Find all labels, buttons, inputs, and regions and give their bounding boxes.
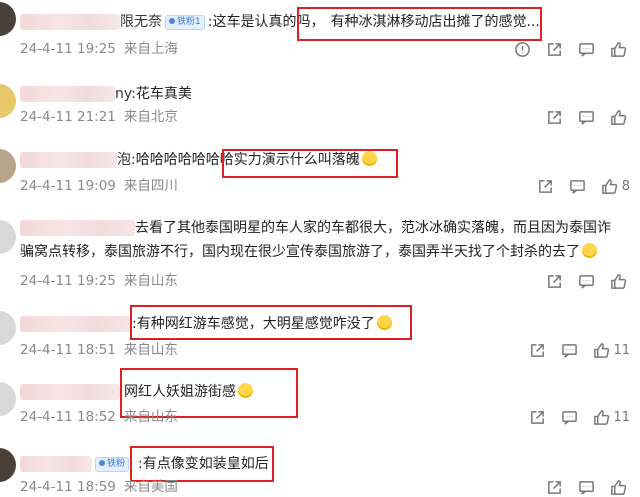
comment-item: ny:花车真美 24-4-11 21:21 来自北京 [0,78,640,130]
comment-text: 哈哈哈哈哈哈哈 [135,152,234,168]
comment-item: 泡:哈哈哈哈哈哈哈实力演示什么叫落魄 24-4-11 19:09 来自四川 8 [0,143,640,199]
comment-text-block: 去看了其他泰国明星的车人家的车都很大，范冰冰确实落魄，而且因为泰国诈 骗窝点转移… [20,216,620,264]
blurred-username[interactable] [20,456,92,472]
comment-location: 来自四川 [123,178,178,194]
blurred-username[interactable] [20,316,132,332]
comment-meta: 24-4-11 19:09 来自四川 [20,177,186,195]
comment-item: 限无奈 铁粉1:这车是认真的吗， 有种冰淇淋移动店出摊了的感觉... 24-4-11… [0,0,640,62]
comment-meta: 24-4-11 19:25 来自山东 [20,272,186,290]
avatar[interactable] [0,382,16,416]
comment-location: 来自美国 [123,479,178,495]
comment-meta: 24-4-11 19:25 来自上海 [20,40,186,58]
comment-item: :有种网红游车感觉，大明星感觉咋没了 24-4-11 18:51 来自山东 11 [0,305,640,365]
comment-icon[interactable] [569,177,587,195]
avatar[interactable] [0,220,16,254]
comment-text-line: ny:花车真美 [20,84,192,104]
share-icon[interactable] [545,40,563,58]
comment-location: 来自山东 [123,342,178,358]
comment-date: 24-4-11 19:25 [20,41,116,57]
blurred-username[interactable] [20,14,120,30]
comment-text: 去看了其他泰国明星的车人家的车都很大，范冰冰确实落魄，而且因为泰国诈 [135,220,611,236]
like-count: 11 [613,342,630,358]
comment-date: 24-4-11 18:52 [20,409,116,425]
comment-icon[interactable] [560,408,578,426]
comment-meta: 24-4-11 18:51 来自山东 [20,341,186,359]
username-tail[interactable]: 泡: [117,152,136,168]
avatar[interactable] [0,2,16,36]
comment-item: 铁粉:有点像变如装皇如后 24-4-11 18:59 来自美国 [0,440,640,497]
comment-date: 24-4-11 19:09 [20,178,116,194]
badge-icon [99,460,105,466]
highlight-box [222,149,398,178]
comment-location: 来自山东 [123,273,178,289]
share-icon[interactable] [528,341,546,359]
laughing-emoji-icon [582,243,597,258]
share-icon[interactable] [545,108,563,126]
thumbs-up-icon[interactable] [609,108,627,126]
highlight-box [130,305,412,340]
comment-actions [531,477,630,497]
comment-actions [531,271,630,291]
comment-actions: 11 [514,340,630,360]
comment-text-line: 去看了其他泰国明星的车人家的车都很大，范冰冰确实落魄，而且因为泰国诈 [20,216,620,240]
report-icon[interactable] [513,40,531,58]
highlight-box [297,7,542,41]
badge-label: 铁粉1 [177,16,201,27]
username-tail[interactable]: ny: [115,86,136,102]
blurred-username[interactable] [20,152,117,168]
badge-icon [169,18,175,24]
share-icon[interactable] [545,272,563,290]
like-count: 11 [613,409,630,425]
username-tail[interactable]: 限无奈 [120,14,162,30]
avatar[interactable] [0,84,16,118]
fan-badge: 铁粉 [95,456,130,472]
comment-meta: 24-4-11 18:59 来自美国 [20,478,186,496]
blurred-username[interactable] [20,220,135,236]
comment-date: 24-4-11 21:21 [20,109,116,125]
share-icon[interactable] [545,478,563,496]
comment-actions: 8 [523,176,630,196]
comment-icon[interactable] [577,478,595,496]
share-icon[interactable] [537,177,555,195]
comment-text: 骗窝点转移，泰国旅游不行，国内现在很少宣传泰国旅游了，泰国弄半天找了个封杀的去了 [20,244,580,260]
thumbs-up-icon[interactable] [609,272,627,290]
share-icon[interactable] [528,408,546,426]
thumbs-up-icon[interactable] [592,408,610,426]
thumbs-up-icon[interactable] [609,40,627,58]
avatar[interactable] [0,448,16,482]
comment-location: 来自上海 [123,41,178,57]
blurred-username[interactable] [20,384,120,400]
like-count: 8 [621,178,630,194]
highlight-box [130,446,274,482]
comment-item: 网红人妖姐游街感 24-4-11 18:52 来自山东 11 [0,368,640,430]
comment-actions: 11 [514,407,630,427]
comment-meta: 24-4-11 21:21 来自北京 [20,108,186,126]
comment-icon[interactable] [560,341,578,359]
comment-meta: 24-4-11 18:52 来自山东 [20,408,186,426]
comment-icon[interactable] [577,272,595,290]
avatar[interactable] [0,311,16,345]
comment-date: 24-4-11 18:59 [20,479,116,495]
thumbs-up-icon[interactable] [601,177,619,195]
comment-actions [499,39,630,59]
comment-date: 24-4-11 18:51 [20,342,116,358]
thumbs-up-icon[interactable] [592,341,610,359]
blurred-username[interactable] [20,86,115,102]
comment-item: 去看了其他泰国明星的车人家的车都很大，范冰冰确实落魄，而且因为泰国诈 骗窝点转移… [0,214,640,294]
comment-date: 24-4-11 19:25 [20,273,116,289]
thumbs-up-icon[interactable] [609,478,627,496]
comment-location: 来自北京 [123,109,178,125]
fan-badge: 铁粉1 [165,14,205,30]
comment-actions [531,107,630,127]
comment-icon[interactable] [577,40,595,58]
comment-text-line: 骗窝点转移，泰国旅游不行，国内现在很少宣传泰国旅游了，泰国弄半天找了个封杀的去了 [20,240,620,264]
comment-text: 花车真美 [135,86,192,102]
badge-label: 铁粉 [107,458,126,469]
comment-icon[interactable] [577,108,595,126]
avatar[interactable] [0,149,16,183]
comment-location: 来自山东 [123,409,178,425]
